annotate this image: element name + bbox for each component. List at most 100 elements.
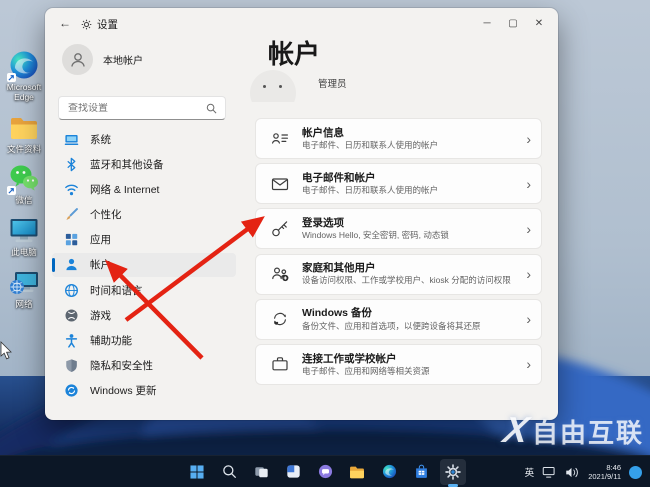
chevron-right-icon: ›	[526, 311, 531, 328]
shield-icon	[66, 359, 77, 373]
settings-card-list: 帐户信息 电子邮件、日历和联系人使用的帐户 › 电子邮件和帐户 电子邮件、日历和…	[255, 118, 542, 389]
brush-icon	[66, 208, 78, 220]
sidebar-item-system[interactable]: 系统	[52, 127, 236, 151]
sidebar-item-accessibility[interactable]: 辅助功能	[52, 329, 236, 353]
chevron-right-icon: ›	[526, 266, 531, 283]
sidebar-item-windows-update[interactable]: Windows 更新	[52, 379, 236, 403]
sidebar-item-personalization[interactable]: 个性化	[52, 203, 236, 227]
card-windows-backup[interactable]: Windows 备份 备份文件、应用和首选项，以便跨设备将其还原 ›	[255, 298, 542, 340]
desktop-icon-label: 微信	[15, 195, 33, 206]
update-icon	[65, 384, 78, 397]
search-icon	[222, 465, 236, 478]
bluetooth-icon	[67, 157, 76, 171]
clock-time: 8:46	[606, 463, 621, 472]
briefcase-icon	[272, 357, 288, 371]
family-users-icon	[272, 267, 289, 282]
sidebar-item-apps[interactable]: 应用	[52, 228, 236, 252]
sidebar-item-gaming[interactable]: 游戏	[52, 303, 236, 327]
minimize-button[interactable]: ─	[474, 12, 500, 34]
chevron-right-icon: ›	[526, 175, 531, 192]
maximize-button[interactable]: ▢	[500, 12, 526, 34]
store-icon	[415, 464, 427, 478]
shortcut-arrow-icon	[7, 73, 16, 82]
sidebar-item-accounts[interactable]: 帐户	[52, 252, 236, 277]
accessibility-icon	[65, 334, 78, 348]
chevron-right-icon: ›	[526, 220, 531, 237]
user-avatar	[62, 44, 93, 75]
settings-gear-icon	[445, 463, 461, 480]
settings-search	[58, 96, 226, 120]
widgets-icon	[286, 465, 300, 478]
task-view-icon	[254, 467, 268, 478]
settings-nav: 系统 蓝牙和其他设备 网络 & Internet 个性化 应用 帐户 时间和语言…	[52, 127, 236, 404]
admin-avatar	[250, 70, 302, 102]
sidebar-user[interactable]: 本地帐户	[62, 44, 143, 75]
folder-icon	[11, 117, 37, 139]
ime-indicator[interactable]: 英	[525, 465, 535, 479]
network-tray-icon[interactable]	[542, 466, 557, 479]
desktop-icon-label: 此电脑	[11, 247, 37, 258]
start-button[interactable]	[184, 459, 210, 485]
close-button[interactable]: ✕	[526, 12, 552, 34]
user-name: 本地帐户	[103, 56, 143, 67]
key-icon	[272, 221, 288, 237]
app-title-text: 设置	[97, 19, 118, 31]
this-pc-icon	[10, 219, 38, 243]
system-tray: 英 8:46 2021/9/11	[525, 456, 642, 487]
sidebar-item-bluetooth[interactable]: 蓝牙和其他设备	[52, 152, 236, 176]
apps-icon	[65, 234, 78, 246]
desktop-icon-wechat[interactable]: 微信	[0, 163, 48, 206]
edge-icon	[382, 464, 396, 479]
admin-label: 管理员	[318, 79, 347, 90]
app-title: 设置	[81, 17, 118, 32]
taskbar-clock[interactable]: 8:46 2021/9/11	[588, 463, 621, 481]
desktop-icon-edge[interactable]: Microsoft Edge	[0, 50, 48, 103]
volume-icon[interactable]	[565, 466, 580, 479]
widgets-button[interactable]	[280, 459, 306, 485]
shortcut-arrow-icon	[7, 186, 16, 196]
accounts-icon	[66, 259, 77, 271]
back-button[interactable]: ←	[59, 16, 71, 30]
chevron-right-icon: ›	[526, 356, 531, 373]
desktop: Microsoft Edge 文件资料 微信 此电脑 网络 ← 设置 ─ ▢ ✕…	[0, 0, 650, 487]
globe-clock-icon	[65, 283, 78, 297]
desktop-icon-label: 网络	[15, 298, 33, 309]
edge-button[interactable]	[376, 459, 402, 485]
account-info-icon	[272, 132, 288, 144]
card-family-other-users[interactable]: 家庭和其他用户 设备访问权限、工作或学校用户、kiosk 分配的访问权限 ›	[255, 253, 542, 295]
desktop-icon-this-pc[interactable]: 此电脑	[0, 215, 48, 258]
taskbar: 英 8:46 2021/9/11	[0, 455, 650, 487]
chat-icon	[318, 464, 332, 479]
desktop-icon-column: Microsoft Edge 文件资料 微信 此电脑 网络	[0, 50, 48, 319]
taskbar-search-button[interactable]	[216, 459, 242, 485]
search-input[interactable]	[59, 102, 206, 114]
card-work-school[interactable]: 连接工作或学校帐户 电子邮件、应用和网络等相关资源 ›	[255, 343, 542, 385]
sidebar-item-time-language[interactable]: 时间和语言	[52, 278, 236, 302]
notification-badge[interactable]	[629, 465, 642, 479]
settings-taskbar-button[interactable]	[440, 458, 466, 485]
system-icon	[64, 134, 79, 145]
page-title: 帐户	[268, 39, 321, 69]
card-account-info[interactable]: 帐户信息 电子邮件、日历和联系人使用的帐户 ›	[255, 118, 542, 159]
settings-window: ← 设置 ─ ▢ ✕ 本地帐户 查找设置 系统 蓝牙和其他设备 网络 & Int…	[45, 8, 558, 420]
task-view-button[interactable]	[248, 459, 274, 485]
card-signin-options[interactable]: 登录选项 Windows Hello, 安全密钥, 密码, 动态锁 ›	[255, 208, 542, 250]
file-explorer-icon	[350, 466, 364, 478]
xbox-icon	[65, 309, 78, 322]
clock-date: 2021/9/11	[588, 472, 621, 481]
microsoft-store-button[interactable]	[408, 459, 434, 485]
windows-logo-icon	[190, 464, 204, 479]
chat-button[interactable]	[312, 459, 338, 485]
card-email-accounts[interactable]: 电子邮件和帐户 电子邮件、日历和联系人使用的帐户 ›	[255, 163, 542, 205]
sidebar-item-privacy[interactable]: 隐私和安全性	[52, 354, 236, 378]
file-explorer-button[interactable]	[344, 459, 370, 485]
backup-sync-icon	[274, 313, 286, 326]
email-icon	[271, 178, 289, 190]
chevron-right-icon: ›	[526, 130, 531, 147]
desktop-icon-folder[interactable]: 文件资料	[0, 112, 48, 155]
settings-gear-icon	[81, 19, 92, 30]
desktop-icon-label: 文件资料	[6, 143, 41, 154]
desktop-icon-label: Microsoft Edge	[6, 82, 42, 102]
sidebar-item-network[interactable]: 网络 & Internet	[52, 177, 236, 201]
desktop-icon-network[interactable]: 网络	[0, 267, 48, 310]
